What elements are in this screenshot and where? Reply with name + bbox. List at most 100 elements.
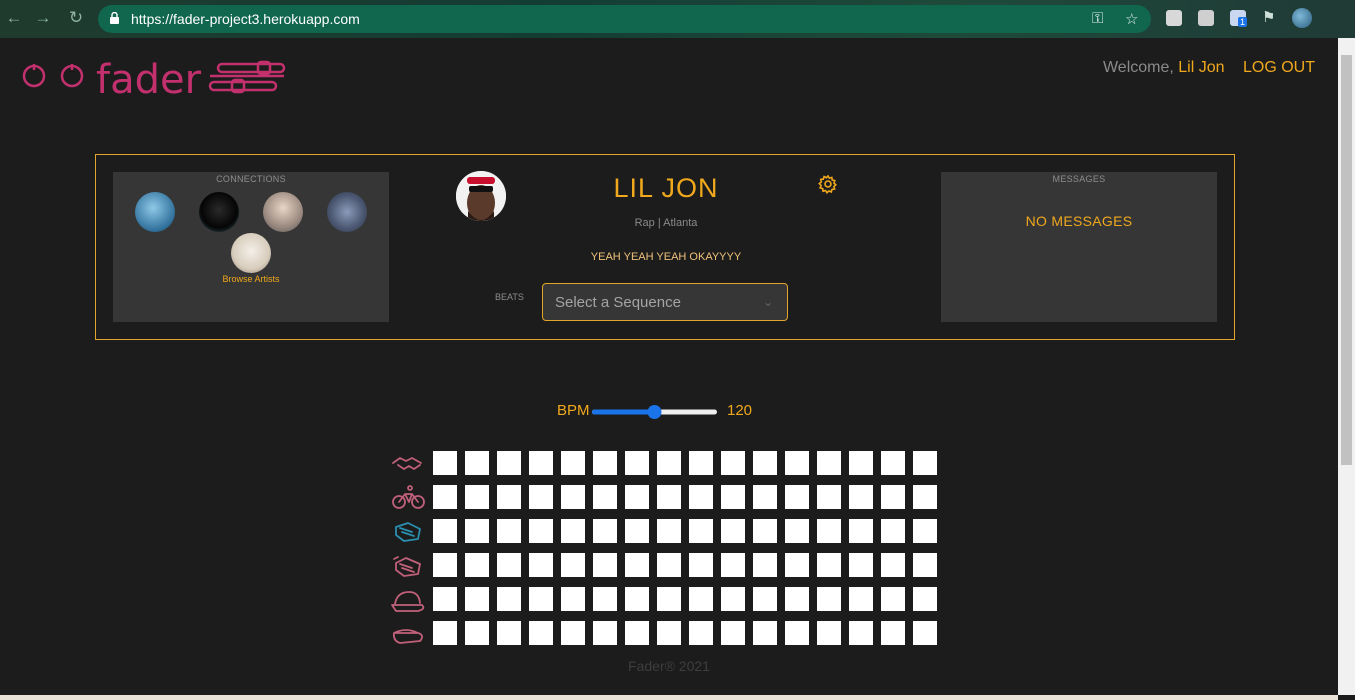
sequencer-step-cell[interactable] bbox=[625, 587, 649, 611]
sequencer-step-cell[interactable] bbox=[657, 553, 681, 577]
sequencer-step-cell[interactable] bbox=[689, 553, 713, 577]
sequencer-step-cell[interactable] bbox=[721, 451, 745, 475]
sequencer-step-cell[interactable] bbox=[785, 451, 809, 475]
sequencer-step-cell[interactable] bbox=[817, 587, 841, 611]
sequencer-step-cell[interactable] bbox=[785, 485, 809, 509]
sequencer-step-cell[interactable] bbox=[497, 485, 521, 509]
sequencer-step-cell[interactable] bbox=[881, 519, 905, 543]
sequencer-step-cell[interactable] bbox=[817, 519, 841, 543]
forward-icon[interactable]: → bbox=[33, 8, 53, 28]
sequencer-step-cell[interactable] bbox=[433, 519, 457, 543]
connection-avatar-3[interactable] bbox=[263, 192, 303, 232]
sequencer-step-cell[interactable] bbox=[913, 587, 937, 611]
sequencer-step-cell[interactable] bbox=[433, 553, 457, 577]
sequencer-step-cell[interactable] bbox=[689, 587, 713, 611]
connection-avatar-2[interactable] bbox=[199, 192, 239, 232]
sequencer-step-cell[interactable] bbox=[881, 485, 905, 509]
vertical-scrollbar[interactable] bbox=[1338, 38, 1355, 695]
sequencer-step-cell[interactable] bbox=[785, 621, 809, 645]
sequencer-step-cell[interactable] bbox=[689, 485, 713, 509]
sequencer-step-cell[interactable] bbox=[657, 451, 681, 475]
sequencer-step-cell[interactable] bbox=[625, 451, 649, 475]
sequencer-step-cell[interactable] bbox=[593, 587, 617, 611]
sequencer-step-cell[interactable] bbox=[753, 451, 777, 475]
sequencer-step-cell[interactable] bbox=[561, 519, 585, 543]
sequencer-step-cell[interactable] bbox=[689, 519, 713, 543]
browse-artists-link[interactable]: Browse Artists bbox=[113, 274, 389, 284]
key-icon[interactable]: ⚿ bbox=[1092, 10, 1103, 27]
sequencer-step-cell[interactable] bbox=[849, 519, 873, 543]
connection-avatar-4[interactable] bbox=[327, 192, 367, 232]
sequencer-step-cell[interactable] bbox=[433, 451, 457, 475]
sequencer-step-cell[interactable] bbox=[849, 621, 873, 645]
sequencer-step-cell[interactable] bbox=[497, 621, 521, 645]
sequencer-step-cell[interactable] bbox=[657, 621, 681, 645]
sequencer-step-cell[interactable] bbox=[529, 519, 553, 543]
sequencer-step-cell[interactable] bbox=[817, 553, 841, 577]
sequencer-step-cell[interactable] bbox=[465, 451, 489, 475]
sequencer-step-cell[interactable] bbox=[593, 519, 617, 543]
sequencer-step-cell[interactable] bbox=[593, 485, 617, 509]
sequencer-step-cell[interactable] bbox=[465, 587, 489, 611]
sequencer-step-cell[interactable] bbox=[433, 587, 457, 611]
sequencer-step-cell[interactable] bbox=[881, 587, 905, 611]
sequencer-step-cell[interactable] bbox=[689, 621, 713, 645]
extension-flag-icon[interactable] bbox=[1166, 10, 1182, 26]
horizontal-scrollbar[interactable] bbox=[0, 695, 1338, 700]
user-name-link[interactable]: Lil Jon bbox=[1178, 59, 1224, 76]
sequencer-step-cell[interactable] bbox=[753, 519, 777, 543]
sequencer-step-cell[interactable] bbox=[817, 621, 841, 645]
sequencer-step-cell[interactable] bbox=[497, 587, 521, 611]
sequencer-step-cell[interactable] bbox=[753, 587, 777, 611]
sequencer-step-cell[interactable] bbox=[881, 553, 905, 577]
bookmark-star-icon[interactable]: ☆ bbox=[1125, 10, 1138, 28]
sequencer-step-cell[interactable] bbox=[721, 553, 745, 577]
sequencer-step-cell[interactable] bbox=[721, 587, 745, 611]
sequencer-step-cell[interactable] bbox=[561, 587, 585, 611]
reload-icon[interactable]: ↻ bbox=[66, 8, 86, 28]
sequencer-step-cell[interactable] bbox=[913, 485, 937, 509]
sequencer-step-cell[interactable] bbox=[465, 553, 489, 577]
extension-screen-icon[interactable] bbox=[1198, 10, 1214, 26]
sequencer-step-cell[interactable] bbox=[753, 485, 777, 509]
sequencer-step-cell[interactable] bbox=[721, 621, 745, 645]
sequencer-step-cell[interactable] bbox=[433, 485, 457, 509]
sequencer-step-cell[interactable] bbox=[817, 485, 841, 509]
sequencer-step-cell[interactable] bbox=[561, 451, 585, 475]
extension-badge-icon[interactable]: 1 bbox=[1230, 10, 1248, 27]
sequencer-step-cell[interactable] bbox=[913, 519, 937, 543]
sequencer-step-cell[interactable] bbox=[753, 553, 777, 577]
sequencer-step-cell[interactable] bbox=[593, 553, 617, 577]
profile-avatar-icon[interactable] bbox=[1292, 8, 1312, 28]
sequencer-step-cell[interactable] bbox=[657, 519, 681, 543]
sequencer-step-cell[interactable] bbox=[593, 451, 617, 475]
sequencer-step-cell[interactable] bbox=[625, 621, 649, 645]
sequencer-step-cell[interactable] bbox=[433, 621, 457, 645]
sequencer-step-cell[interactable] bbox=[881, 451, 905, 475]
sequencer-step-cell[interactable] bbox=[657, 485, 681, 509]
sequencer-step-cell[interactable] bbox=[753, 621, 777, 645]
sequencer-step-cell[interactable] bbox=[881, 621, 905, 645]
bpm-slider[interactable] bbox=[591, 404, 718, 420]
sequencer-step-cell[interactable] bbox=[625, 485, 649, 509]
settings-gear-icon[interactable] bbox=[818, 174, 838, 194]
back-icon[interactable]: ← bbox=[4, 8, 24, 28]
sequencer-step-cell[interactable] bbox=[849, 553, 873, 577]
sequencer-step-cell[interactable] bbox=[817, 451, 841, 475]
sequencer-step-cell[interactable] bbox=[465, 621, 489, 645]
sequencer-step-cell[interactable] bbox=[529, 621, 553, 645]
sequencer-step-cell[interactable] bbox=[561, 621, 585, 645]
fader-logo[interactable]: fader bbox=[20, 57, 290, 105]
sequencer-step-cell[interactable] bbox=[785, 553, 809, 577]
scrollbar-thumb[interactable] bbox=[1341, 55, 1352, 465]
connection-avatar-1[interactable] bbox=[135, 192, 175, 232]
connection-avatar-5[interactable] bbox=[231, 233, 271, 273]
logout-button[interactable]: LOG OUT bbox=[1243, 59, 1315, 76]
sequencer-step-cell[interactable] bbox=[785, 519, 809, 543]
sequencer-step-cell[interactable] bbox=[657, 587, 681, 611]
sequencer-step-cell[interactable] bbox=[721, 519, 745, 543]
sequence-select[interactable]: Select a Sequence ⌄ bbox=[542, 283, 788, 321]
sequencer-step-cell[interactable] bbox=[913, 451, 937, 475]
sequencer-step-cell[interactable] bbox=[529, 587, 553, 611]
sequencer-step-cell[interactable] bbox=[625, 519, 649, 543]
